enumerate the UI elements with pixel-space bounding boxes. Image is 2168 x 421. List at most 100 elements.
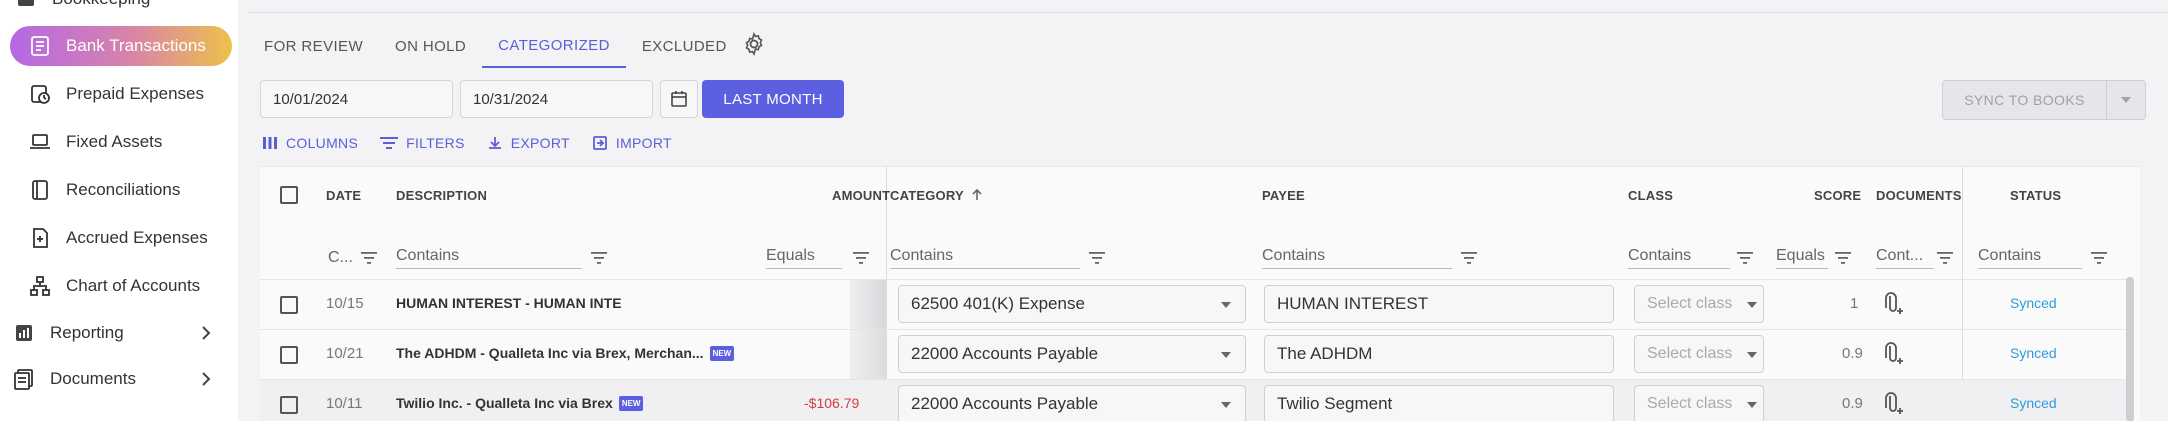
row-score: 0.9 [1842, 395, 1863, 412]
row-description: Twilio Inc. - Qualleta Inc via Brex NEW [396, 395, 644, 411]
gear-icon[interactable] [742, 32, 766, 56]
class-placeholder: Select class [1647, 395, 1733, 412]
columns-button[interactable]: COLUMNS [262, 135, 358, 151]
start-date-input[interactable]: 10/01/2024 [260, 80, 453, 118]
col-header-payee[interactable]: PAYEE [1262, 167, 1305, 223]
table-row[interactable]: 10/21 The ADHDM - Qualleta Inc via Brex,… [260, 329, 2130, 380]
sidebar-item-bank-transactions[interactable]: Bank Transactions [10, 26, 232, 66]
payee-input[interactable]: Twilio Segment [1264, 385, 1614, 421]
sidebar-item-label: Chart of Accounts [66, 276, 201, 295]
filter-score-text: Equals [1776, 247, 1828, 269]
filter-category[interactable]: Contains [890, 243, 1080, 273]
folder-icon [14, 0, 38, 11]
col-header-category-label: CATEGORY [890, 187, 964, 203]
col-header-description[interactable]: DESCRIPTION [396, 167, 487, 223]
filter-icon[interactable] [590, 251, 608, 265]
status-badge: Synced [2010, 345, 2057, 361]
new-badge: NEW [618, 395, 644, 411]
row-description: The ADHDM - Qualleta Inc via Brex, Merch… [396, 345, 735, 361]
sync-label[interactable]: SYNC TO BOOKS [1943, 81, 2107, 119]
sort-asc-icon [972, 188, 982, 200]
sidebar-item-accrued-expenses[interactable]: Accrued Expenses [28, 218, 208, 258]
filter-class[interactable]: Contains [1628, 243, 1730, 273]
sidebar-item-chart-of-accounts[interactable]: Chart of Accounts [28, 266, 200, 306]
sidebar-item-label: Reporting [50, 323, 124, 342]
export-button[interactable]: EXPORT [487, 135, 570, 151]
row-checkbox[interactable] [280, 296, 298, 314]
caret-down-icon [1221, 402, 1231, 408]
col-header-score[interactable]: SCORE [1814, 167, 1861, 223]
import-icon [592, 136, 607, 150]
col-header-category[interactable]: CATEGORY [890, 167, 984, 223]
last-month-button[interactable]: LAST MONTH [702, 80, 844, 118]
filter-icon[interactable] [852, 251, 870, 265]
filter-score[interactable]: Equals [1776, 243, 1828, 273]
sidebar-item-bookkeeping[interactable]: Bookkeeping [14, 0, 150, 14]
sidebar-item-label: Accrued Expenses [66, 228, 208, 247]
filter-payee[interactable]: Contains [1262, 243, 1452, 273]
filters-button[interactable]: FILTERS [380, 135, 465, 151]
filter-icon[interactable] [2090, 251, 2108, 265]
table-row[interactable]: 10/11 Twilio Inc. - Qualleta Inc via Bre… [260, 379, 2130, 421]
sidebar-section-reporting[interactable]: Reporting [12, 313, 238, 353]
divider [248, 12, 2168, 13]
table-row[interactable]: 10/15 HUMAN INTEREST - HUMAN INTE 62500 … [260, 279, 2130, 330]
col-header-documents[interactable]: DOCUMENTS [1876, 167, 1962, 223]
sync-to-books-button[interactable]: SYNC TO BOOKS [1942, 80, 2146, 120]
caret-down-icon [1221, 302, 1231, 308]
filter-amount[interactable]: Equals [766, 243, 842, 273]
end-date-input[interactable]: 10/31/2024 [460, 80, 653, 118]
tab-on-hold[interactable]: ON HOLD [379, 24, 482, 68]
class-select[interactable]: Select class [1634, 335, 1764, 373]
filter-icon[interactable] [1736, 251, 1754, 265]
filter-documents[interactable]: Cont... [1876, 243, 1934, 273]
row-checkbox[interactable] [280, 396, 298, 414]
filter-description[interactable]: Contains [396, 243, 582, 273]
attach-document-icon[interactable] [1882, 292, 1904, 318]
tab-excluded[interactable]: EXCLUDED [626, 24, 743, 68]
transactions-grid: DATE DESCRIPTION AMOUNT CATEGORY PAYEE C… [260, 166, 2140, 421]
category-select[interactable]: 62500 401(K) Expense [898, 285, 1246, 323]
vertical-scrollbar[interactable] [2126, 277, 2134, 421]
class-select[interactable]: Select class [1634, 385, 1764, 421]
columns-label: COLUMNS [286, 135, 359, 151]
payee-value: Twilio Segment [1277, 394, 1393, 413]
sync-dropdown[interactable] [2107, 81, 2145, 119]
payee-input[interactable]: The ADHDM [1264, 335, 1614, 373]
row-score: 1 [1850, 295, 1859, 312]
filter-category-text: Contains [890, 247, 1080, 269]
col-header-date[interactable]: DATE [326, 167, 361, 223]
filter-icon[interactable] [1460, 251, 1478, 265]
row-amount: -$106.79 [804, 395, 860, 411]
calendar-button[interactable] [660, 80, 698, 118]
sidebar-section-documents[interactable]: Documents [12, 359, 238, 399]
filter-icon[interactable] [1834, 251, 1852, 265]
col-header-class[interactable]: CLASS [1628, 167, 1673, 223]
caret-down-icon [1221, 352, 1231, 358]
documents-icon [12, 367, 36, 391]
category-select[interactable]: 22000 Accounts Payable [898, 335, 1246, 373]
sidebar-item-reconciliations[interactable]: Reconciliations [28, 170, 180, 210]
attach-document-icon[interactable] [1882, 392, 1904, 418]
filter-status[interactable]: Contains [1978, 243, 2082, 273]
tab-for-review[interactable]: FOR REVIEW [248, 24, 379, 68]
row-checkbox[interactable] [280, 346, 298, 364]
filter-icon[interactable] [360, 251, 378, 265]
filter-icon[interactable] [1936, 251, 1954, 265]
filter-icon[interactable] [1088, 251, 1106, 265]
col-header-status[interactable]: STATUS [2010, 167, 2061, 223]
class-select[interactable]: Select class [1634, 285, 1764, 323]
export-label: EXPORT [510, 135, 570, 151]
laptop-icon [28, 130, 52, 154]
col-header-amount[interactable]: AMOUNT [832, 167, 890, 223]
attach-document-icon[interactable] [1882, 342, 1904, 368]
filter-date[interactable]: C... [328, 243, 353, 273]
payee-input[interactable]: HUMAN INTEREST [1264, 285, 1614, 323]
tab-categorized[interactable]: CATEGORIZED [482, 24, 626, 68]
category-select[interactable]: 22000 Accounts Payable [898, 385, 1246, 421]
main-content: FOR REVIEW ON HOLD CATEGORIZED EXCLUDED … [248, 0, 2168, 421]
sidebar-item-prepaid-expenses[interactable]: Prepaid Expenses [28, 74, 204, 114]
sidebar-item-fixed-assets[interactable]: Fixed Assets [28, 122, 162, 162]
import-button[interactable]: IMPORT [592, 135, 672, 151]
select-all-checkbox[interactable] [280, 186, 298, 204]
